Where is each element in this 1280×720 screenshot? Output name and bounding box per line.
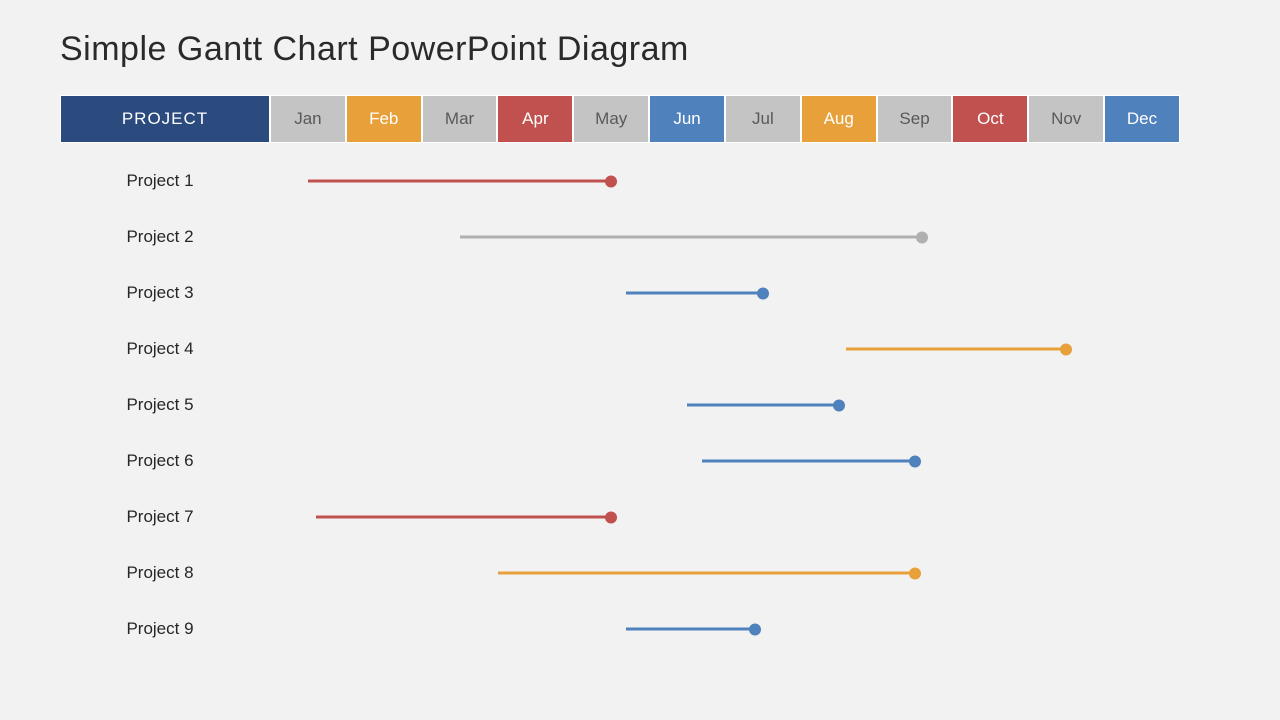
gantt-bar-end-dot xyxy=(916,231,928,243)
month-header-jan: Jan xyxy=(270,95,346,143)
month-header-oct: Oct xyxy=(952,95,1028,143)
gantt-body: Project 1 Project 2 Project 3 Project 4 Proj… xyxy=(60,153,1180,657)
row-track xyxy=(270,209,1180,265)
month-header-apr: Apr xyxy=(497,95,573,143)
row-track xyxy=(270,489,1180,545)
gantt-row: Project 1 xyxy=(60,153,1180,209)
gantt-bar xyxy=(687,404,839,407)
gantt-bar xyxy=(316,516,612,519)
row-label: Project 3 xyxy=(60,283,270,303)
gantt-bar xyxy=(498,572,915,575)
month-header-feb: Feb xyxy=(346,95,422,143)
gantt-bar-end-dot xyxy=(605,511,617,523)
gantt-bar-end-dot xyxy=(757,287,769,299)
gantt-row: Project 7 xyxy=(60,489,1180,545)
gantt-row: Project 8 xyxy=(60,545,1180,601)
row-label: Project 2 xyxy=(60,227,270,247)
gantt-bar-end-dot xyxy=(909,455,921,467)
row-track xyxy=(270,601,1180,657)
row-label: Project 5 xyxy=(60,395,270,415)
gantt-bar xyxy=(460,236,923,239)
gantt-row: Project 5 xyxy=(60,377,1180,433)
gantt-bar xyxy=(308,180,611,183)
gantt-bar xyxy=(626,628,755,631)
month-header-may: May xyxy=(573,95,649,143)
month-header-sep: Sep xyxy=(877,95,953,143)
month-header-nov: Nov xyxy=(1028,95,1104,143)
row-label: Project 4 xyxy=(60,339,270,359)
header-row: PROJECT JanFebMarAprMayJunJulAugSepOctNo… xyxy=(60,95,1180,143)
gantt-bar-end-dot xyxy=(833,399,845,411)
gantt-row: Project 3 xyxy=(60,265,1180,321)
row-track xyxy=(270,153,1180,209)
row-track xyxy=(270,321,1180,377)
project-header: PROJECT xyxy=(60,95,270,143)
row-track xyxy=(270,433,1180,489)
gantt-chart: PROJECT JanFebMarAprMayJunJulAugSepOctNo… xyxy=(60,95,1180,657)
row-track xyxy=(270,545,1180,601)
month-header-aug: Aug xyxy=(801,95,877,143)
gantt-bar-end-dot xyxy=(605,175,617,187)
row-label: Project 1 xyxy=(60,171,270,191)
month-header-mar: Mar xyxy=(422,95,498,143)
month-header-jul: Jul xyxy=(725,95,801,143)
row-track xyxy=(270,377,1180,433)
gantt-bar xyxy=(846,348,1066,351)
row-track xyxy=(270,265,1180,321)
gantt-row: Project 9 xyxy=(60,601,1180,657)
gantt-bar xyxy=(626,292,763,295)
gantt-bar-end-dot xyxy=(909,567,921,579)
row-label: Project 9 xyxy=(60,619,270,639)
row-label: Project 8 xyxy=(60,563,270,583)
gantt-bar-end-dot xyxy=(749,623,761,635)
gantt-row: Project 6 xyxy=(60,433,1180,489)
month-header-jun: Jun xyxy=(649,95,725,143)
gantt-row: Project 2 xyxy=(60,209,1180,265)
gantt-bar-end-dot xyxy=(1060,343,1072,355)
row-label: Project 7 xyxy=(60,507,270,527)
page-title: Simple Gantt Chart PowerPoint Diagram xyxy=(60,30,1220,69)
gantt-row: Project 4 xyxy=(60,321,1180,377)
month-header-dec: Dec xyxy=(1104,95,1180,143)
row-label: Project 6 xyxy=(60,451,270,471)
gantt-bar xyxy=(702,460,914,463)
